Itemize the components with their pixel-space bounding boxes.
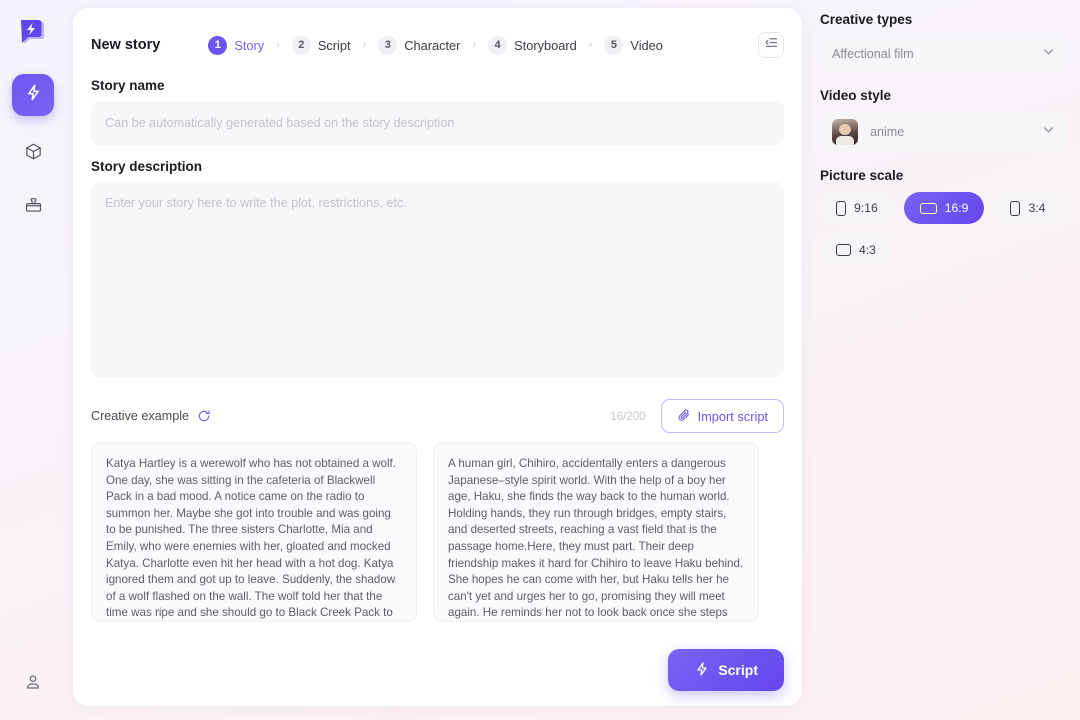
creative-example-cards: Katya Hartley is a werewolf who has not … [91,442,784,622]
avatar [832,119,858,145]
step-script[interactable]: 2 Script [291,35,351,55]
panel-footer: Script [91,648,784,692]
step-label: Storyboard [514,37,577,53]
step-character[interactable]: 3 Character [378,35,461,55]
creative-example-row: Creative example 16/200 Import script [91,399,784,433]
sidebar-item-account[interactable] [14,668,52,700]
story-name-input[interactable] [91,101,784,145]
picture-scale-options: 9:16 16:9 3:4 4:3 [820,192,1068,266]
scale-label: 3:4 [1028,201,1046,215]
scale-label: 4:3 [859,243,876,257]
video-style-select[interactable]: anime [820,112,1068,152]
import-script-button[interactable]: Import script [660,399,784,433]
step-label: Video [630,37,663,53]
outline-toggle-button[interactable] [758,32,784,58]
cube-icon [24,142,43,166]
lightning-icon [694,661,710,680]
refresh-icon[interactable] [196,408,212,424]
landscape-frame-icon [919,202,937,214]
toolbox-icon [24,196,43,220]
step-label: Script [317,37,351,53]
chevron-down-icon [1041,122,1056,142]
generate-script-button[interactable]: Script [668,649,784,691]
story-name-label: Story name [91,78,165,93]
scale-label: 9:16 [854,201,878,215]
scale-option-16-9[interactable]: 16:9 [903,192,985,224]
sidebar-item-create[interactable] [12,74,54,116]
sidebar-item-assets[interactable] [14,138,52,170]
creative-example-label: Creative example [91,409,189,423]
panel-header: New story 1 Story › 2 Script › 3 Charact… [91,26,784,64]
import-script-label: Import script [697,408,768,424]
step-label: Story [234,37,265,53]
main-panel: New story 1 Story › 2 Script › 3 Charact… [73,8,802,706]
step-number: 4 [488,35,508,55]
video-style-value: anime [870,125,905,139]
picture-scale-label: Picture scale [820,168,904,183]
step-label: Character [404,37,461,53]
example-card[interactable]: Katya Hartley is a werewolf who has not … [91,442,417,622]
paperclip-icon [677,408,691,425]
step-story[interactable]: 1 Story [208,35,265,55]
portrait-frame-icon [836,200,846,216]
step-separator-icon: › [588,39,593,51]
right-sidebar: Creative types Affectional film Video st… [820,12,1068,266]
portrait-frame-icon [1010,200,1021,216]
scale-option-4-3[interactable]: 4:3 [820,234,892,266]
page-title: New story [91,37,161,53]
example-card[interactable]: A human girl, Chihiro, accidentally ente… [433,442,759,622]
landscape-frame-icon [836,244,851,256]
story-description-label: Story description [91,159,203,174]
step-nav: 1 Story › 2 Script › 3 Character › 4 Sto… [208,35,758,55]
scale-label: 16:9 [944,201,969,215]
creative-types-label: Creative types [820,12,913,27]
left-rail [0,0,66,720]
app-logo[interactable] [16,16,50,50]
step-number: 1 [208,35,228,55]
user-icon [24,673,42,696]
list-icon [764,35,779,55]
creative-types-select[interactable]: Affectional film [820,36,1068,72]
chevron-down-icon [1041,44,1056,64]
step-number: 5 [604,35,624,55]
video-style-label: Video style [820,88,892,103]
step-video[interactable]: 5 Video [604,35,663,55]
step-number: 3 [378,35,398,55]
story-description-textarea[interactable] [91,182,784,377]
step-separator-icon: › [362,39,367,51]
creative-types-value: Affectional film [832,47,914,61]
step-storyboard[interactable]: 4 Storyboard [488,35,577,55]
step-separator-icon: › [276,39,280,51]
step-number: 2 [291,35,311,55]
step-separator-icon: › [472,39,477,51]
scale-option-3-4[interactable]: 3:4 [994,192,1062,224]
generate-script-label: Script [718,662,758,678]
character-counter: 16/200 [610,409,646,423]
lightning-icon [24,83,43,107]
sidebar-item-toolbox[interactable] [14,192,52,224]
scale-option-9-16[interactable]: 9:16 [820,192,894,224]
